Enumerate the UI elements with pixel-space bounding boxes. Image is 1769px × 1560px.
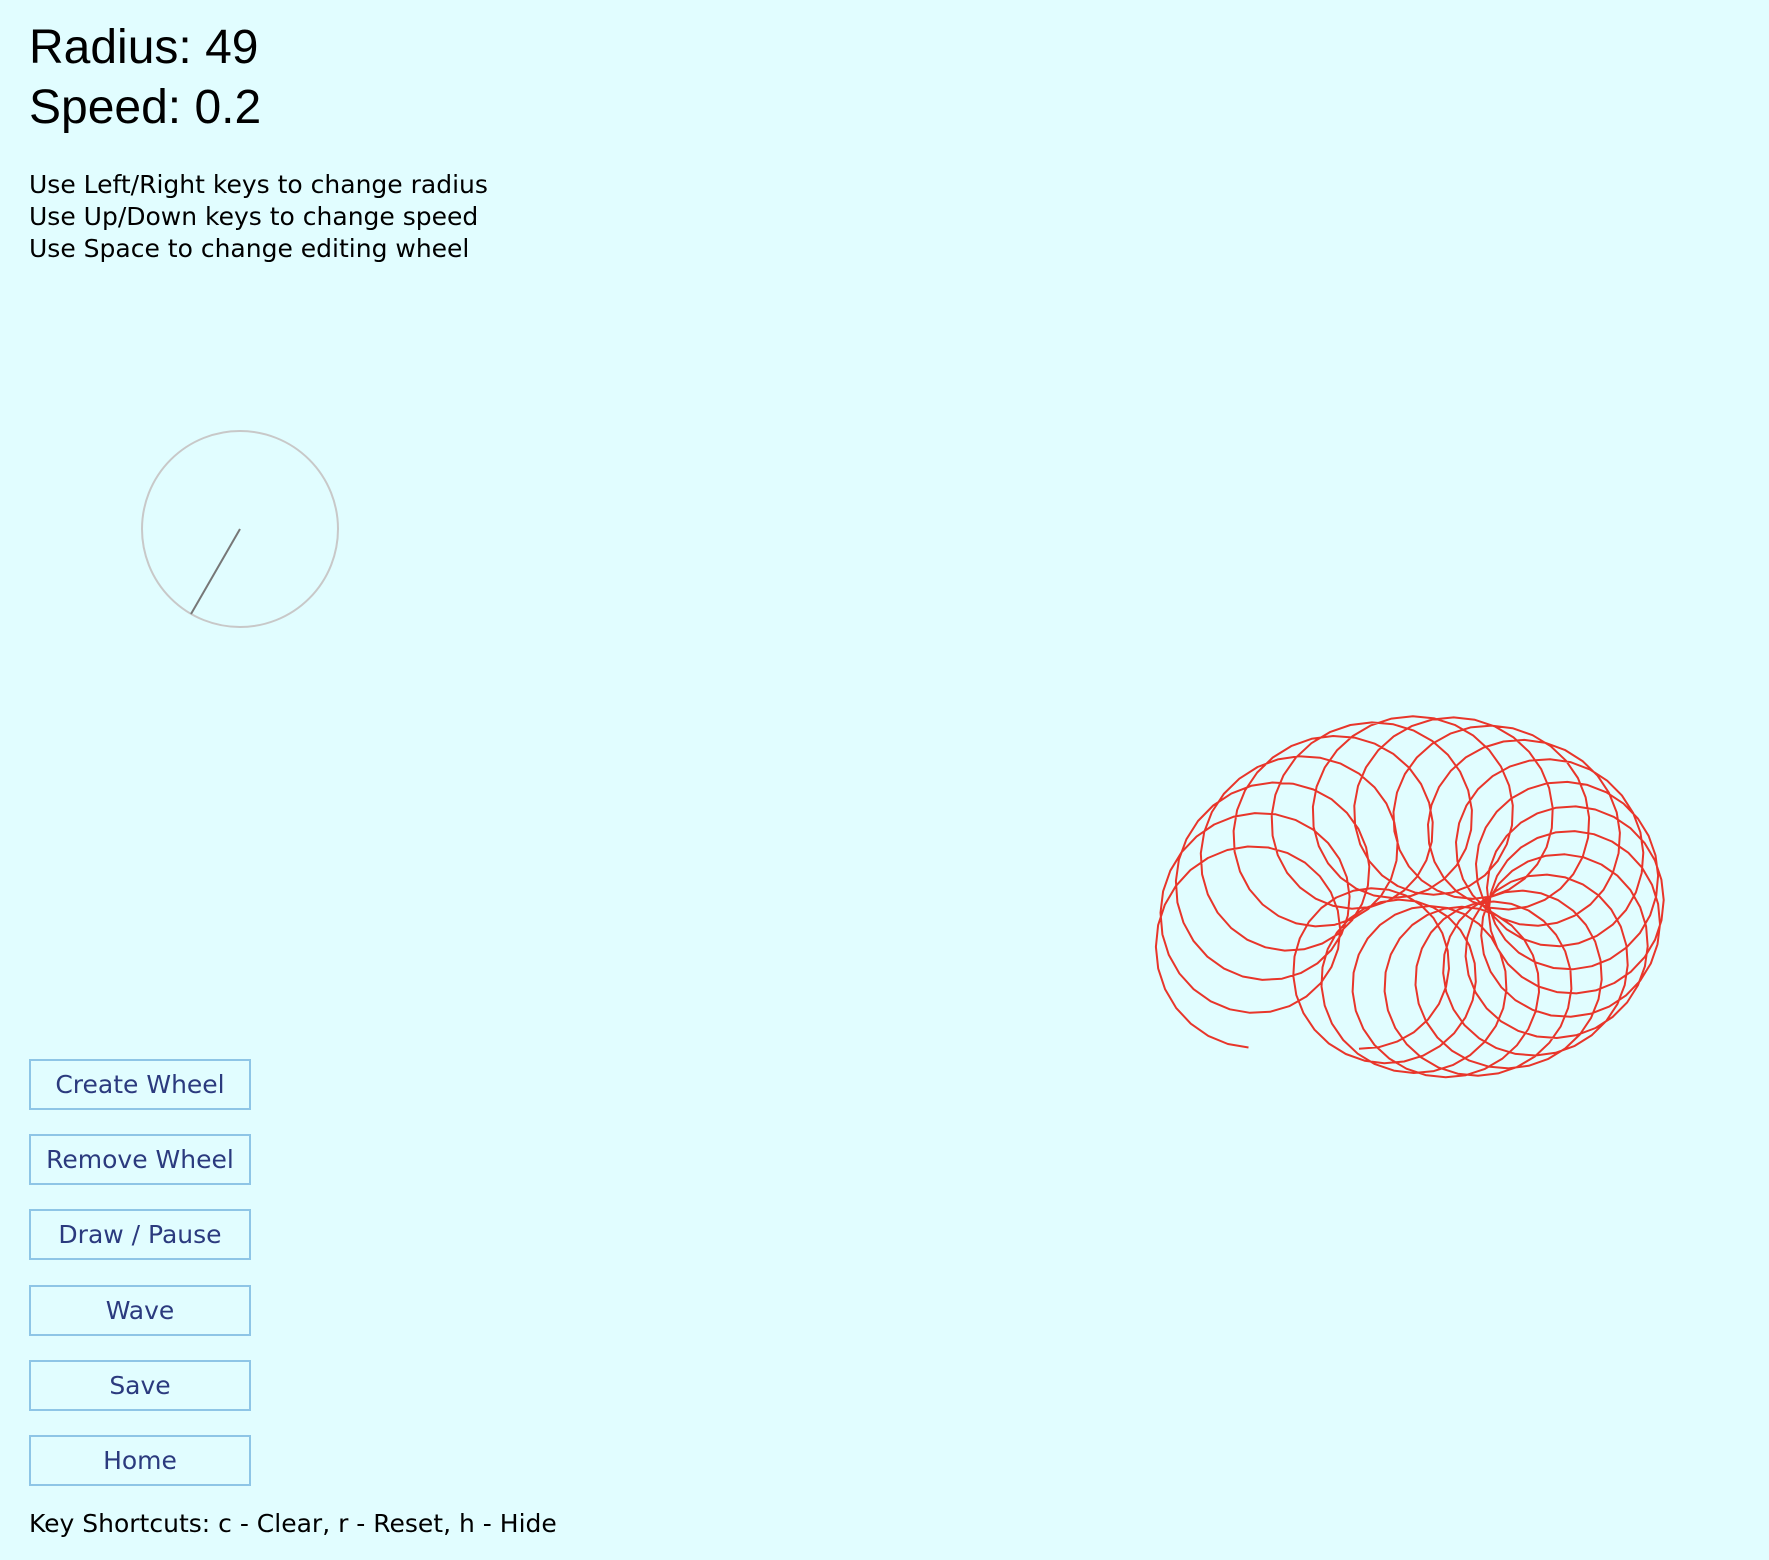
drawing-canvas[interactable] — [0, 0, 1769, 1560]
key-shortcuts: Key Shortcuts: c - Clear, r - Reset, h -… — [29, 1509, 557, 1538]
home-button[interactable]: Home — [29, 1435, 251, 1486]
create-wheel-button[interactable]: Create Wheel — [29, 1059, 251, 1110]
wave-button[interactable]: Wave — [29, 1285, 251, 1336]
draw-pause-button[interactable]: Draw / Pause — [29, 1209, 251, 1260]
remove-wheel-button[interactable]: Remove Wheel — [29, 1134, 251, 1185]
spiro-trace — [1154, 715, 1665, 1079]
save-button[interactable]: Save — [29, 1360, 251, 1411]
app-canvas: Radius: 49 Speed: 0.2 Use Left/Right key… — [0, 0, 1769, 1560]
wheel-arm — [190, 528, 241, 615]
